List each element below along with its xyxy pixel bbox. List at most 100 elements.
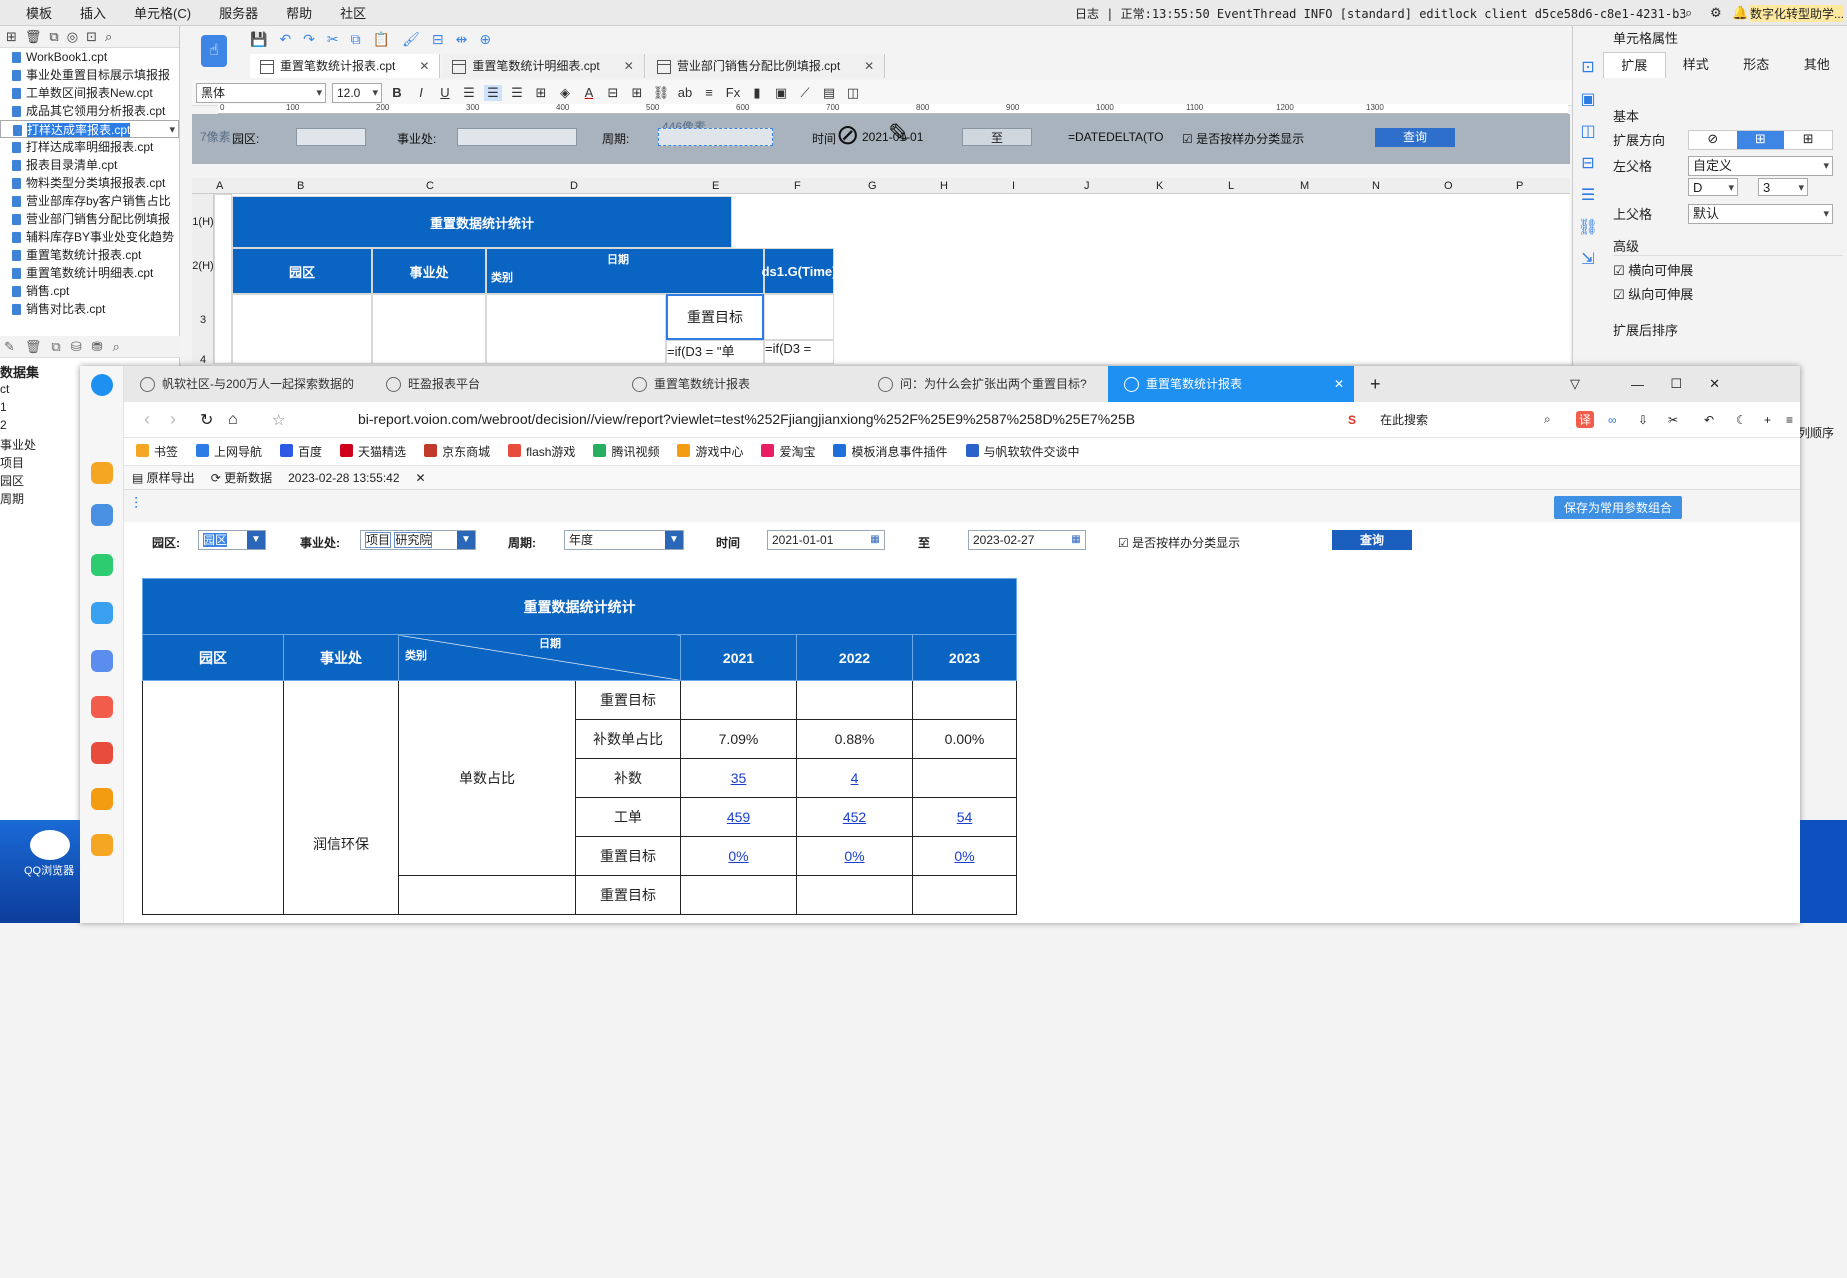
font-color-icon[interactable]: A [580, 85, 598, 100]
back-icon[interactable]: ‹ [144, 409, 150, 430]
transfer-icon[interactable] [91, 602, 113, 624]
drill-link[interactable]: 35 [731, 770, 747, 786]
add-icon[interactable]: + [1764, 413, 1771, 427]
delete-icon[interactable]: 🗑 [25, 339, 42, 355]
calendar-icon[interactable]: ▦ [866, 531, 884, 549]
close-icon[interactable]: ✕ [416, 471, 426, 485]
wechat-icon[interactable] [91, 554, 113, 576]
period-select[interactable]: 年度▼ [564, 530, 684, 550]
no-expand-icon[interactable]: ⊘ [1689, 131, 1737, 149]
border-icon[interactable]: ⊞ [532, 85, 550, 101]
image-icon[interactable]: ▣ [772, 85, 790, 101]
tab-other[interactable]: 其他 [1787, 52, 1847, 78]
condition-icon[interactable]: ◫ [1573, 116, 1603, 148]
left-parent-select[interactable]: 自定义 [1688, 156, 1833, 176]
search-icon[interactable]: ⌕ [1685, 5, 1692, 21]
drill-link[interactable]: 0% [844, 848, 864, 864]
dataset-item[interactable]: 2 [0, 418, 36, 436]
close-icon[interactable]: ✕ [864, 59, 874, 73]
format-painter-icon[interactable]: 🖌 [402, 31, 420, 48]
subreport-icon[interactable]: ▤ [820, 85, 838, 101]
browser-tab[interactable]: 问：为什么会扩张出两个重置目标? [862, 366, 1108, 402]
pen-icon[interactable]: ✎ [888, 118, 910, 149]
menu-server[interactable]: 服务器 [205, 3, 272, 22]
browser-logo-icon[interactable] [91, 374, 113, 396]
group-checkbox[interactable]: ☑ 是否按样办分类显示 [1118, 534, 1240, 551]
target-cell-selected[interactable]: 重置目标 [666, 294, 764, 340]
drill-link[interactable]: 0% [728, 848, 748, 864]
search-icon[interactable]: ⌕ [1544, 412, 1551, 427]
file-item[interactable]: 打样达成率明细报表.cpt [0, 138, 179, 156]
drill-link[interactable]: 459 [727, 809, 750, 825]
home-icon[interactable]: ⌂ [228, 411, 238, 429]
bu-widget[interactable] [457, 128, 577, 146]
search-app-icon[interactable] [91, 788, 113, 810]
maximize-icon[interactable]: ☐ [1670, 376, 1682, 392]
font-size-select[interactable]: 12.0 [332, 83, 382, 103]
cell-icon[interactable]: ⊡ [1573, 52, 1603, 84]
start-date-input[interactable]: 2021-01-01▦ [767, 530, 885, 550]
drill-link[interactable]: 54 [957, 809, 973, 825]
tab-detail[interactable]: 重置笔数统计明细表.cpt✕ [442, 54, 644, 78]
ds-time-cell[interactable]: ds1.G(Time) [764, 248, 834, 294]
menu-cell[interactable]: 单元格(C) [120, 3, 205, 22]
bookmark[interactable]: 腾讯视频 [593, 443, 659, 460]
cell-b3[interactable] [232, 294, 372, 364]
fill-color-icon[interactable]: ◈ [556, 85, 574, 101]
file-item[interactable]: 销售对比表.cpt [0, 300, 179, 318]
formula-icon[interactable]: Fx [724, 85, 742, 100]
file-item[interactable]: 物料类型分类填报报表.cpt [0, 174, 179, 192]
redo-icon[interactable]: ↷ [303, 31, 315, 48]
file-item[interactable]: 营业部库存by客户销售占比 [0, 192, 179, 210]
menu-community[interactable]: 社区 [326, 3, 380, 22]
gear-icon[interactable]: ⚙ [1710, 5, 1722, 21]
paste-icon[interactable]: 📋 [373, 31, 390, 48]
close-icon[interactable]: ✕ [419, 59, 429, 73]
slash-icon[interactable]: ⟋ [796, 85, 814, 101]
menu-help[interactable]: 帮助 [272, 3, 326, 22]
file-item[interactable]: 销售.cpt [0, 282, 179, 300]
pdf-icon[interactable] [91, 742, 113, 764]
save-icon[interactable]: 💾 [250, 31, 267, 48]
formula-cell[interactable]: =if(D3 = [764, 340, 834, 364]
vertical-expand-icon[interactable]: ⊞ [1737, 131, 1785, 149]
edit-icon[interactable]: ✎ [4, 339, 15, 355]
undo-close-icon[interactable]: ↶ [1704, 413, 1714, 427]
wrap-icon[interactable]: ≡ [700, 85, 718, 100]
extension-icon[interactable]: ∞ [1608, 413, 1617, 427]
drill-link[interactable]: 0% [954, 848, 974, 864]
park-select[interactable]: 园区▼ [198, 530, 266, 550]
file-item[interactable]: 辅料库存BY事业处变化趋势 [0, 228, 179, 246]
file-item[interactable]: WorkBook1.cpt [0, 48, 179, 66]
v-stretch-checkbox[interactable]: ☑ 纵向可伸展 [1613, 284, 1693, 303]
copy-icon[interactable]: ⧉ [49, 29, 58, 45]
sogou-icon[interactable]: S [1348, 413, 1356, 427]
cell-d3[interactable] [486, 294, 666, 364]
underline-icon[interactable]: U [436, 85, 454, 100]
tab-report[interactable]: 重置笔数统计报表.cpt✕ [250, 54, 440, 78]
filter-icon[interactable]: ⫶ [134, 496, 138, 514]
diagonal-header-cell[interactable]: 日期 类别 [486, 248, 764, 294]
font-family-select[interactable]: 黑体 [196, 83, 326, 103]
tab-sales[interactable]: 营业部门销售分配比例填报.cpt✕ [647, 54, 885, 78]
merge-icon[interactable]: ⇹ [456, 31, 468, 48]
cut-icon[interactable]: ✂ [327, 31, 339, 48]
link-icon[interactable]: ⛓ [652, 85, 670, 101]
to-box[interactable]: 至 [962, 128, 1032, 146]
server-db-icon[interactable]: ⛃ [92, 339, 103, 355]
bookmark[interactable]: 模板消息事件插件 [833, 443, 947, 460]
history-icon[interactable] [91, 504, 113, 526]
export-icon[interactable]: ⇲ [1573, 244, 1603, 276]
chevron-down-icon[interactable]: ▼ [665, 531, 683, 549]
app-icon[interactable] [91, 696, 113, 718]
browser-tab[interactable]: 旺盈报表平台 [370, 366, 616, 402]
browser-tab[interactable]: 帆软社区-与200万人一起探索数据的 [124, 366, 370, 402]
widget-icon[interactable]: ◫ [844, 85, 862, 101]
tab-expand[interactable]: 扩展 [1603, 52, 1666, 78]
bookmark[interactable]: flash游戏 [508, 443, 575, 460]
bookmark[interactable]: 百度 [280, 443, 322, 460]
bell-icon[interactable]: 🔔 [1732, 5, 1748, 21]
tab-shape[interactable]: 形态 [1726, 52, 1787, 78]
file-item-selected[interactable]: 打样达成率报表.cpt [0, 120, 179, 138]
hide-icon[interactable]: ⊘ [836, 118, 859, 151]
